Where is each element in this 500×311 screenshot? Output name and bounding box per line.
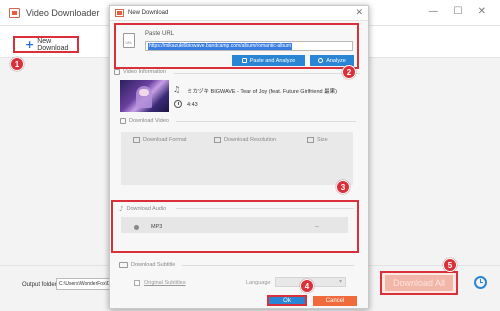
output-folder-field[interactable]: C:\Users\WonderFox\Do (56, 278, 114, 290)
close-icon[interactable]: ✕ (355, 8, 363, 18)
audio-note-icon: ♪ (119, 205, 124, 213)
video-options-panel: Download Format Download Resolution Size (121, 132, 353, 185)
original-subtitles-label[interactable]: Original Subtitles (144, 280, 186, 286)
step-badge-3: 3 (336, 180, 350, 194)
app-title: Video Downloader (26, 8, 100, 18)
step-badge-1: 1 (10, 57, 24, 71)
divider (176, 121, 356, 122)
download-format-option[interactable]: Download Format (133, 137, 186, 143)
url-input[interactable]: https://mikazuki6biowave.bandcamp.com/al… (145, 41, 353, 51)
video-info-title: Video Information (123, 69, 167, 75)
paste-url-label: Paste URL (145, 31, 175, 37)
new-download-dialog: New Download ✕ URL Paste URL https://mik… (109, 5, 369, 309)
dialog-titlebar: New Download ✕ (110, 6, 368, 21)
download-video-heading: Download Video (120, 118, 169, 124)
format-icon (133, 137, 140, 143)
audio-format-radio[interactable] (134, 225, 139, 230)
alarm-clock-icon[interactable] (474, 276, 487, 289)
size-icon (307, 137, 314, 143)
original-subtitles-checkbox[interactable] (134, 280, 140, 286)
new-download-label: New Download (37, 37, 69, 52)
audio-size-value: -- (315, 224, 319, 230)
cc-icon (119, 262, 128, 268)
step-badge-2: 2 (342, 65, 356, 79)
download-subtitle-title: Download Subtitle (131, 262, 176, 268)
step-badge-4: 4 (300, 279, 314, 293)
download-video-title: Download Video (129, 118, 169, 124)
download-subtitle-heading: Download Subtitle (119, 262, 175, 268)
plus-icon: + (25, 38, 35, 51)
download-resolution-label: Download Resolution (224, 137, 276, 143)
dialog-title: New Download (128, 10, 169, 16)
output-folder-label: Output folder: (22, 282, 59, 288)
clipboard-icon (241, 58, 247, 63)
search-icon (318, 58, 324, 63)
download-all-button-highlight: Download All (380, 271, 458, 295)
app-logo-icon (9, 8, 20, 18)
language-label: Language (246, 280, 271, 286)
size-label: Size (317, 137, 328, 143)
video-thumbnail (120, 80, 169, 112)
download-format-label: Download Format (143, 137, 187, 143)
download-all-button[interactable]: Download All (385, 275, 453, 291)
paste-and-analyze-button[interactable]: Paste and Analyze (232, 55, 305, 66)
track-duration: 4:43 (187, 102, 198, 108)
paste-and-analyze-label: Paste and Analyze (249, 57, 296, 64)
download-audio-title: Download Audio (126, 206, 167, 212)
track-title: ミカヅキ BIGWAVE - Tear of Joy (feat. Future… (187, 89, 337, 95)
new-download-button[interactable]: + New Download (13, 36, 79, 53)
step-badge-5: 5 (443, 258, 457, 272)
divider (174, 73, 360, 74)
video-info-heading: Video Information (114, 69, 166, 75)
divider (176, 208, 354, 209)
audio-format-label: MP3 (151, 224, 163, 230)
ok-button[interactable]: Ok (267, 295, 307, 306)
cancel-button[interactable]: Cancel (313, 296, 357, 306)
clock-icon (174, 100, 182, 108)
download-audio-heading: ♪ Download Audio (119, 205, 166, 213)
music-note-icon: ♫ (173, 85, 181, 94)
dialog-logo-icon (115, 9, 124, 17)
url-file-icon: URL (123, 33, 135, 48)
size-option[interactable]: Size (307, 137, 328, 143)
url-section: URL Paste URL https://mikazuki6biowave.b… (114, 23, 359, 69)
url-text: https://mikazuki6biowave.bandcamp.com/al… (148, 43, 293, 50)
resolution-icon (214, 137, 221, 143)
analyze-label: Analyze (326, 57, 346, 64)
window-controls[interactable]: — ☐ ✕ (428, 6, 492, 17)
video-icon (120, 118, 126, 124)
download-resolution-option[interactable]: Download Resolution (214, 137, 276, 143)
divider (182, 265, 354, 266)
info-icon (114, 69, 120, 75)
